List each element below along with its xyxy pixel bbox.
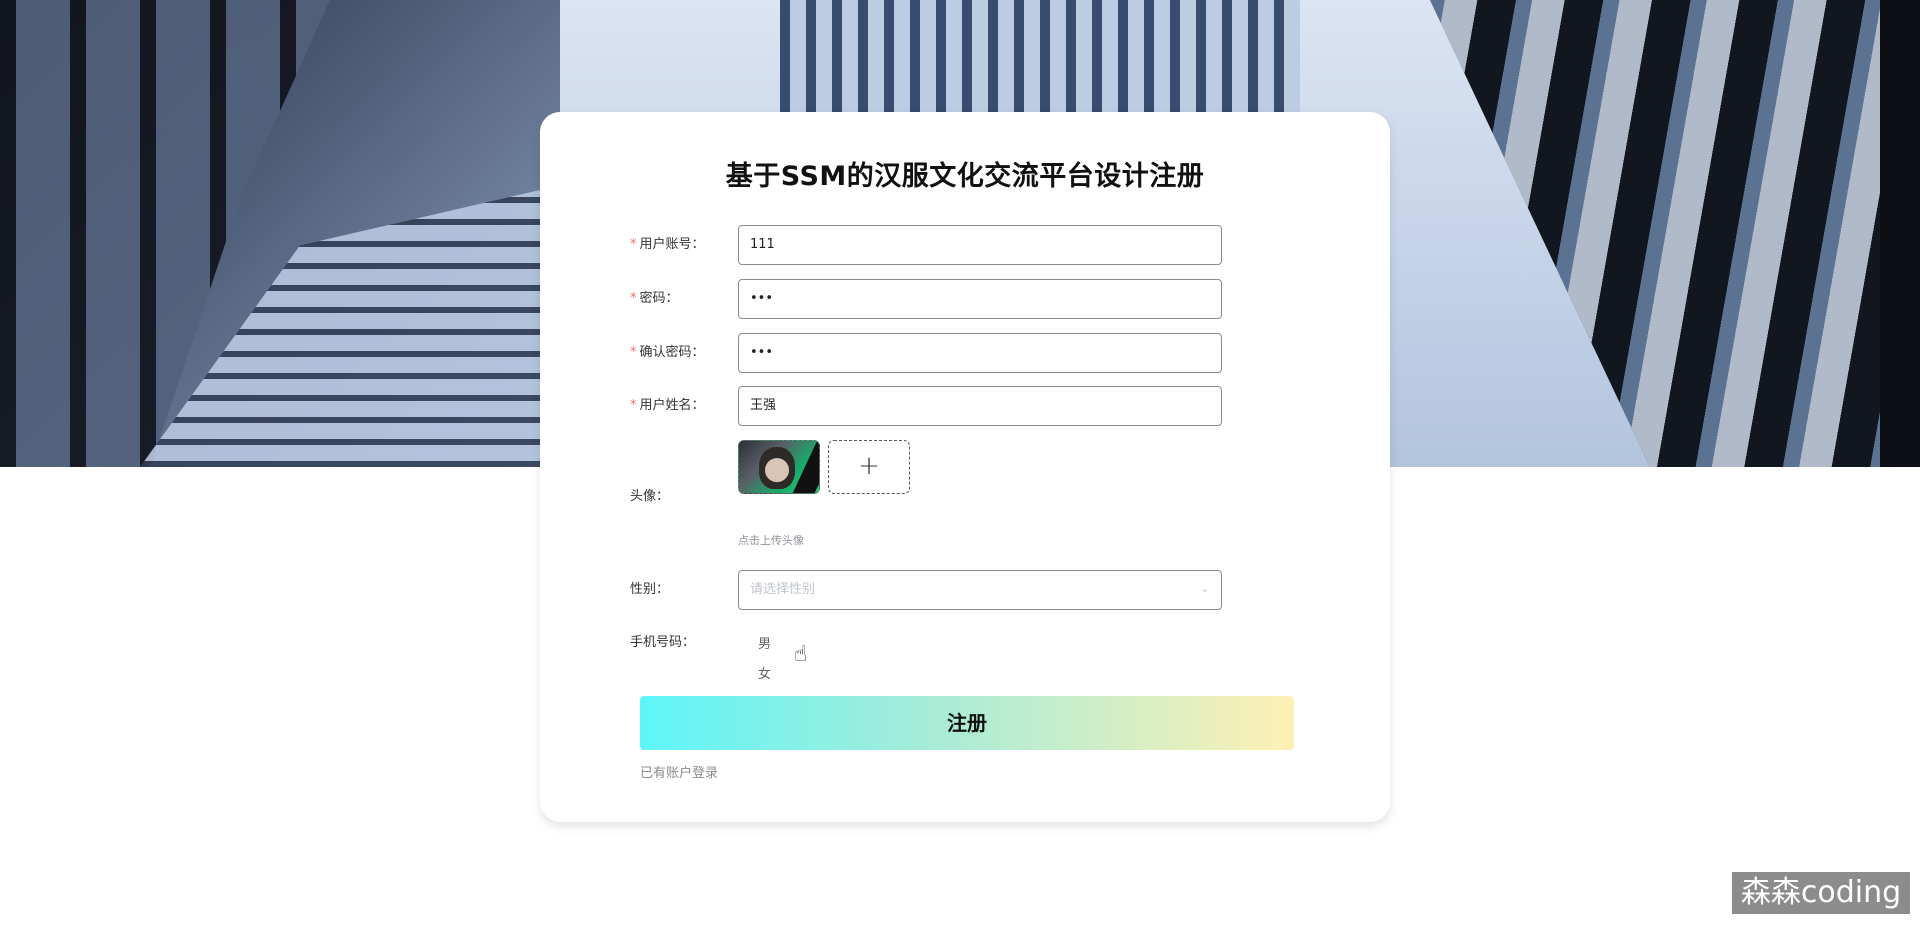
confirm-password-label: * 确认密码： [630, 333, 730, 373]
password-input[interactable]: ••• [738, 279, 1222, 319]
phone-label: 手机号码： [630, 635, 696, 650]
register-card: 基于SSM的汉服文化交流平台设计注册 * 用户账号： 111 * 密码： ••• *… [540, 112, 1390, 822]
watermark: 森森coding [1732, 872, 1910, 914]
plus-icon: + [858, 451, 880, 481]
gender-label: 性别： [630, 582, 670, 597]
required-star: * [630, 345, 637, 360]
hand-cursor-icon: ☝ [794, 642, 808, 667]
real-name-label-text: 用户姓名： [639, 398, 705, 413]
required-star: * [630, 398, 637, 413]
avatar-upload-button[interactable]: + [828, 440, 910, 494]
confirm-password-label-text: 确认密码： [639, 345, 705, 360]
real-name-label: * 用户姓名： [630, 386, 730, 426]
gender-select-placeholder: 请选择性别 [750, 582, 816, 597]
password-label-text: 密码： [639, 291, 679, 306]
username-label-text: 用户账号： [639, 237, 705, 252]
real-name-input[interactable]: 王强 [738, 386, 1222, 426]
required-star: * [630, 291, 637, 306]
gender-dropdown: 男 女 [738, 630, 798, 690]
avatar-preview[interactable] [738, 440, 820, 494]
avatar-label: 头像： [630, 489, 670, 504]
chevron-down-icon: ⌄ [1200, 584, 1209, 595]
gender-select[interactable]: 请选择性别 ⌄ [738, 570, 1222, 610]
register-button[interactable]: 注册 [640, 696, 1294, 750]
password-label: * 密码： [630, 279, 730, 319]
page: 基于SSM的汉服文化交流平台设计注册 * 用户账号： 111 * 密码： ••• *… [0, 0, 1920, 929]
username-label: * 用户账号： [630, 225, 730, 265]
gender-option-male[interactable]: 男 [738, 630, 798, 660]
required-star: * [630, 237, 637, 252]
username-input[interactable]: 111 [738, 225, 1222, 265]
login-link[interactable]: 已有账户登录 [640, 762, 718, 781]
gender-option-female[interactable]: 女 [738, 660, 798, 690]
confirm-password-input[interactable]: ••• [738, 333, 1222, 373]
avatar-upload-hint: 点击上传头像 [738, 534, 804, 547]
page-title: 基于SSM的汉服文化交流平台设计注册 [725, 161, 1205, 192]
